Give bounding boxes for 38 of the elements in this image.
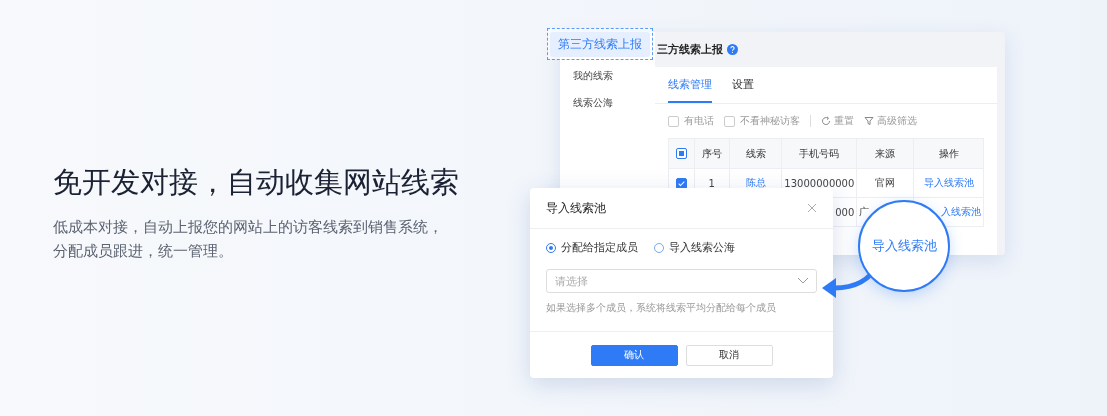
column-header: 操作 [938, 147, 959, 159]
cancel-button[interactable]: 取消 [685, 344, 773, 366]
sidebar-item[interactable]: 我的线索 [560, 62, 655, 89]
tab[interactable]: 线索管理 [668, 67, 712, 103]
filter-icon [864, 116, 874, 126]
select-all-checkbox[interactable] [675, 148, 687, 160]
sidebar-item[interactable]: 线索公海 [560, 89, 655, 116]
table-link[interactable]: 陈总 [745, 177, 766, 188]
filter-checkbox[interactable]: 有电话 [668, 114, 714, 128]
advanced-filter-button[interactable]: 高级筛选 [864, 114, 917, 128]
filter-checkbox[interactable]: 不看神秘访客 [724, 114, 800, 128]
description-line: 分配成员跟进，统一管理。 [53, 242, 234, 261]
column-header: 序号 [701, 147, 722, 159]
table-cell: 000 [835, 206, 855, 218]
table-cell: 官网 [875, 177, 896, 188]
import-link[interactable]: 导入线索池 [871, 237, 937, 255]
close-icon[interactable] [807, 203, 817, 213]
radio-option[interactable]: 分配给指定成员 [546, 241, 638, 255]
column-header: 手机号码 [799, 147, 840, 159]
table-cell: 13000000000 [784, 177, 855, 189]
reset-button[interactable]: 重置 [821, 114, 854, 128]
headline: 免开发对接，自动收集网站线索 [53, 164, 460, 201]
table-cell: 广 [859, 206, 870, 217]
hint-text: 如果选择多个成员，系统将线索平均分配给每个成员 [546, 301, 777, 315]
tab[interactable]: 设置 [732, 67, 754, 103]
dialog-title: 导入线索池 [546, 199, 606, 217]
page-title: 三方线索上报 [657, 42, 723, 57]
radio-option[interactable]: 导入线索公海 [654, 241, 735, 255]
chevron-down-icon[interactable] [797, 277, 809, 285]
help-icon[interactable] [727, 44, 738, 55]
description-line: 低成本对接，自动上报您的网站上的访客线索到销售系统， [53, 218, 444, 237]
confirm-button[interactable]: 确认 [590, 344, 678, 366]
refresh-icon [821, 116, 831, 126]
member-select[interactable]: 请选择 [546, 269, 817, 293]
column-header: 来源 [875, 147, 896, 159]
table-cell: 1 [708, 177, 715, 189]
column-header: 线索 [745, 147, 766, 159]
menu-item[interactable]: 第三方线索上报 [550, 31, 650, 57]
